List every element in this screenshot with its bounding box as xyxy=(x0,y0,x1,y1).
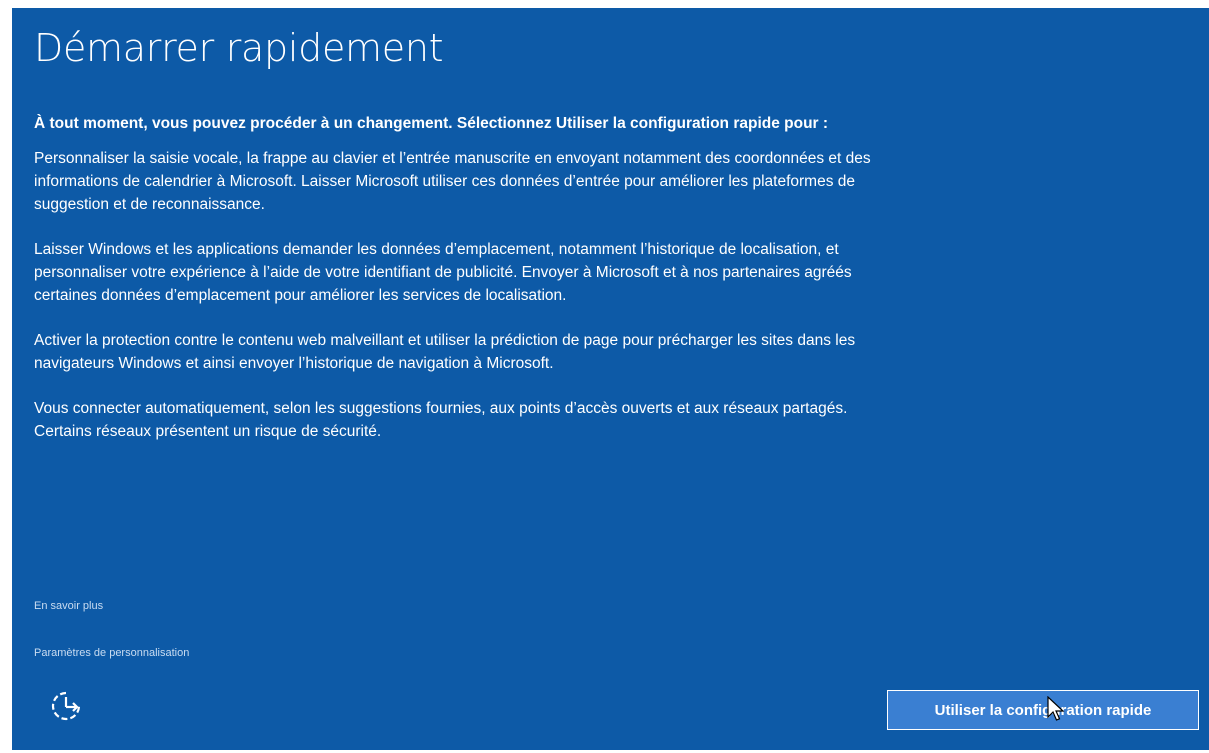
intro-text: À tout moment, vous pouvez procéder à un… xyxy=(34,115,829,132)
use-express-settings-button[interactable]: Utiliser la configuration rapide xyxy=(887,690,1199,730)
page-title: Démarrer rapidement xyxy=(34,26,444,70)
paragraph-input-personalization: Personnaliser la saisie vocale, la frapp… xyxy=(34,150,871,213)
paragraph-web-protection: Activer la protection contre le contenu … xyxy=(34,332,856,372)
paragraph-network-connect: Vous connecter automatiquement, selon le… xyxy=(34,400,848,440)
ease-of-access-icon[interactable] xyxy=(48,688,84,724)
customize-settings-link[interactable]: Paramètres de personnalisation xyxy=(34,647,189,659)
paragraph-location: Laisser Windows et les applications dema… xyxy=(34,241,852,304)
description-content: À tout moment, vous pouvez procéder à un… xyxy=(34,112,894,465)
learn-more-link[interactable]: En savoir plus xyxy=(34,600,103,612)
oobe-screen: Démarrer rapidement À tout moment, vous … xyxy=(12,8,1209,750)
